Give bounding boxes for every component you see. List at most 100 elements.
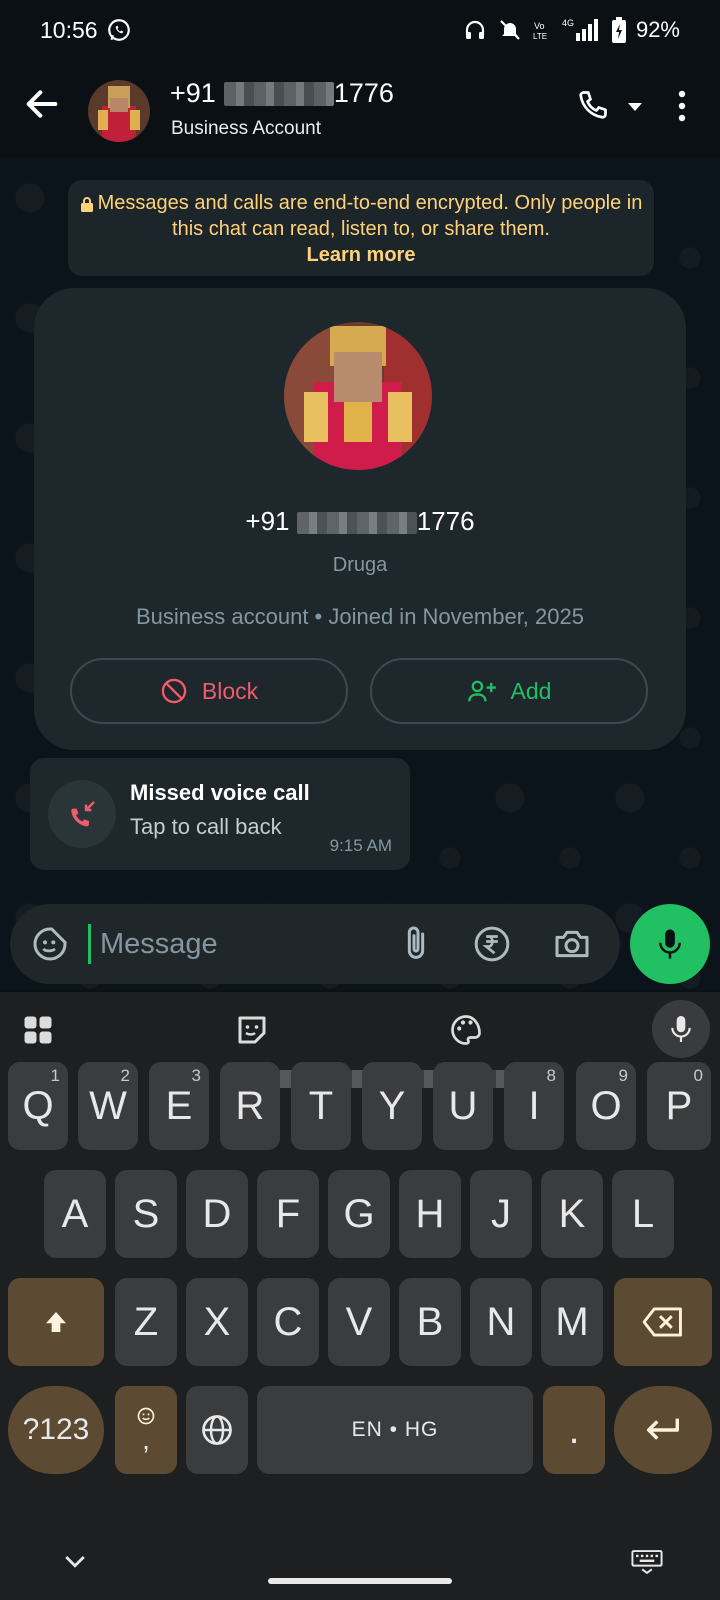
status-bar: 10:56 Vo LTE 4G 92% (0, 0, 720, 60)
add-label: Add (510, 677, 552, 704)
key-label: . (568, 1407, 580, 1452)
missed-call-bubble[interactable]: Missed voice call Tap to call back 9:15 … (30, 758, 410, 870)
svg-text:Vo: Vo (534, 21, 545, 31)
key-h[interactable]: H (399, 1170, 461, 1258)
sticker-emoji-icon[interactable] (30, 924, 70, 964)
key-hint: 2 (120, 1066, 130, 1085)
key-label: , (142, 1424, 150, 1455)
key-j[interactable]: J (470, 1170, 532, 1258)
add-contact-button[interactable]: Add (370, 658, 648, 724)
key-d[interactable]: D (186, 1170, 248, 1258)
gesture-handle[interactable] (268, 1578, 452, 1584)
key-label: S (132, 1191, 160, 1236)
key-label: A (61, 1191, 89, 1236)
status-time: 10:56 (40, 16, 98, 43)
compose-bar (10, 904, 620, 984)
key-b[interactable]: B (399, 1278, 461, 1366)
key-u[interactable]: U (433, 1062, 493, 1150)
key-label: W (89, 1083, 127, 1128)
key-f[interactable]: F (257, 1170, 319, 1258)
key-label: D (202, 1191, 232, 1236)
key-n[interactable]: N (470, 1278, 532, 1366)
keyboard-voice-button[interactable] (652, 1000, 710, 1058)
whatsapp-chat-screen: 10:56 Vo LTE 4G 92% +91 1776 Business Acc… (0, 0, 720, 1600)
chat-header: +91 1776 Business Account (0, 60, 720, 158)
headphones-icon (465, 20, 485, 39)
block-label: Block (201, 677, 259, 704)
camera-icon[interactable] (552, 924, 592, 964)
more-options-icon[interactable] (670, 86, 694, 126)
symbols-key[interactable]: ?123 (8, 1386, 104, 1474)
key-g[interactable]: G (328, 1170, 390, 1258)
call-dropdown-icon[interactable] (626, 100, 644, 114)
contact-info-card: +91 1776 Druga Business account • Joined… (34, 288, 686, 750)
key-label: T (308, 1083, 334, 1128)
key-label: Q (22, 1083, 54, 1128)
globe-icon (202, 1415, 232, 1445)
key-label: R (235, 1083, 265, 1128)
key-i[interactable]: I8 (504, 1062, 564, 1150)
key-z[interactable]: Z (115, 1278, 177, 1366)
apps-grid-icon[interactable] (14, 1006, 62, 1054)
space-key[interactable]: EN • HG (257, 1386, 533, 1474)
keyboard-switch-icon[interactable] (630, 1548, 664, 1576)
key-e[interactable]: E3 (149, 1062, 209, 1150)
sticker-icon[interactable] (228, 1006, 276, 1054)
key-label: J (491, 1191, 511, 1236)
redacted-digits (223, 81, 334, 106)
number-suffix: 1776 (333, 78, 394, 108)
key-w[interactable]: W2 (78, 1062, 138, 1150)
key-r[interactable]: R (220, 1062, 280, 1150)
contact-avatar[interactable] (88, 80, 150, 142)
key-p[interactable]: P0 (647, 1062, 711, 1150)
volte-icon: VoLTE (533, 21, 547, 41)
contact-card-avatar[interactable] (284, 322, 432, 470)
encryption-notice[interactable]: Messages and calls are end-to-end encryp… (68, 180, 654, 276)
add-person-icon (467, 680, 496, 702)
rupee-payment-icon[interactable] (472, 924, 512, 964)
key-q[interactable]: Q1 (8, 1062, 68, 1150)
learn-more-link[interactable]: Learn more (307, 244, 416, 266)
key-a[interactable]: A (44, 1170, 106, 1258)
missed-call-subtitle: Tap to call back (130, 814, 282, 839)
key-s[interactable]: S (115, 1170, 177, 1258)
theme-palette-icon[interactable] (442, 1006, 490, 1054)
hide-keyboard-icon[interactable] (60, 1550, 90, 1574)
key-t[interactable]: T (291, 1062, 351, 1150)
language-key[interactable] (186, 1386, 248, 1474)
key-c[interactable]: C (257, 1278, 319, 1366)
back-arrow-icon[interactable] (22, 84, 62, 124)
signal-4g-icon: 4G (562, 18, 598, 41)
block-button[interactable]: Block (70, 658, 348, 724)
key-label: X (203, 1299, 231, 1344)
key-label: L (631, 1191, 655, 1236)
key-x[interactable]: X (186, 1278, 248, 1366)
emoji-comma-key[interactable]: , (115, 1386, 177, 1474)
attach-icon[interactable] (396, 924, 436, 964)
period-key[interactable]: . (543, 1386, 605, 1474)
key-v[interactable]: V (328, 1278, 390, 1366)
message-input[interactable] (100, 922, 380, 966)
key-l[interactable]: L (612, 1170, 674, 1258)
key-label: F (275, 1191, 301, 1236)
voice-record-button[interactable] (630, 904, 710, 984)
contact-number[interactable]: +91 1776 (170, 78, 394, 109)
enter-icon (647, 1418, 679, 1440)
key-y[interactable]: Y (362, 1062, 422, 1150)
number-prefix: +91 (170, 78, 216, 108)
chat-messages-area[interactable]: Messages and calls are end-to-end encryp… (0, 158, 720, 990)
mic-icon (659, 929, 681, 959)
key-label: G (343, 1191, 375, 1236)
key-label: V (345, 1299, 373, 1344)
key-k[interactable]: K (541, 1170, 603, 1258)
backspace-icon (642, 1307, 682, 1337)
key-label: ?123 (22, 1413, 90, 1446)
key-label: B (416, 1299, 444, 1344)
key-m[interactable]: M (541, 1278, 603, 1366)
key-label: K (558, 1191, 586, 1236)
shift-key[interactable] (8, 1278, 104, 1366)
voice-call-icon[interactable] (574, 88, 610, 124)
enter-key[interactable] (614, 1386, 712, 1474)
key-o[interactable]: O9 (576, 1062, 636, 1150)
backspace-key[interactable] (614, 1278, 712, 1366)
